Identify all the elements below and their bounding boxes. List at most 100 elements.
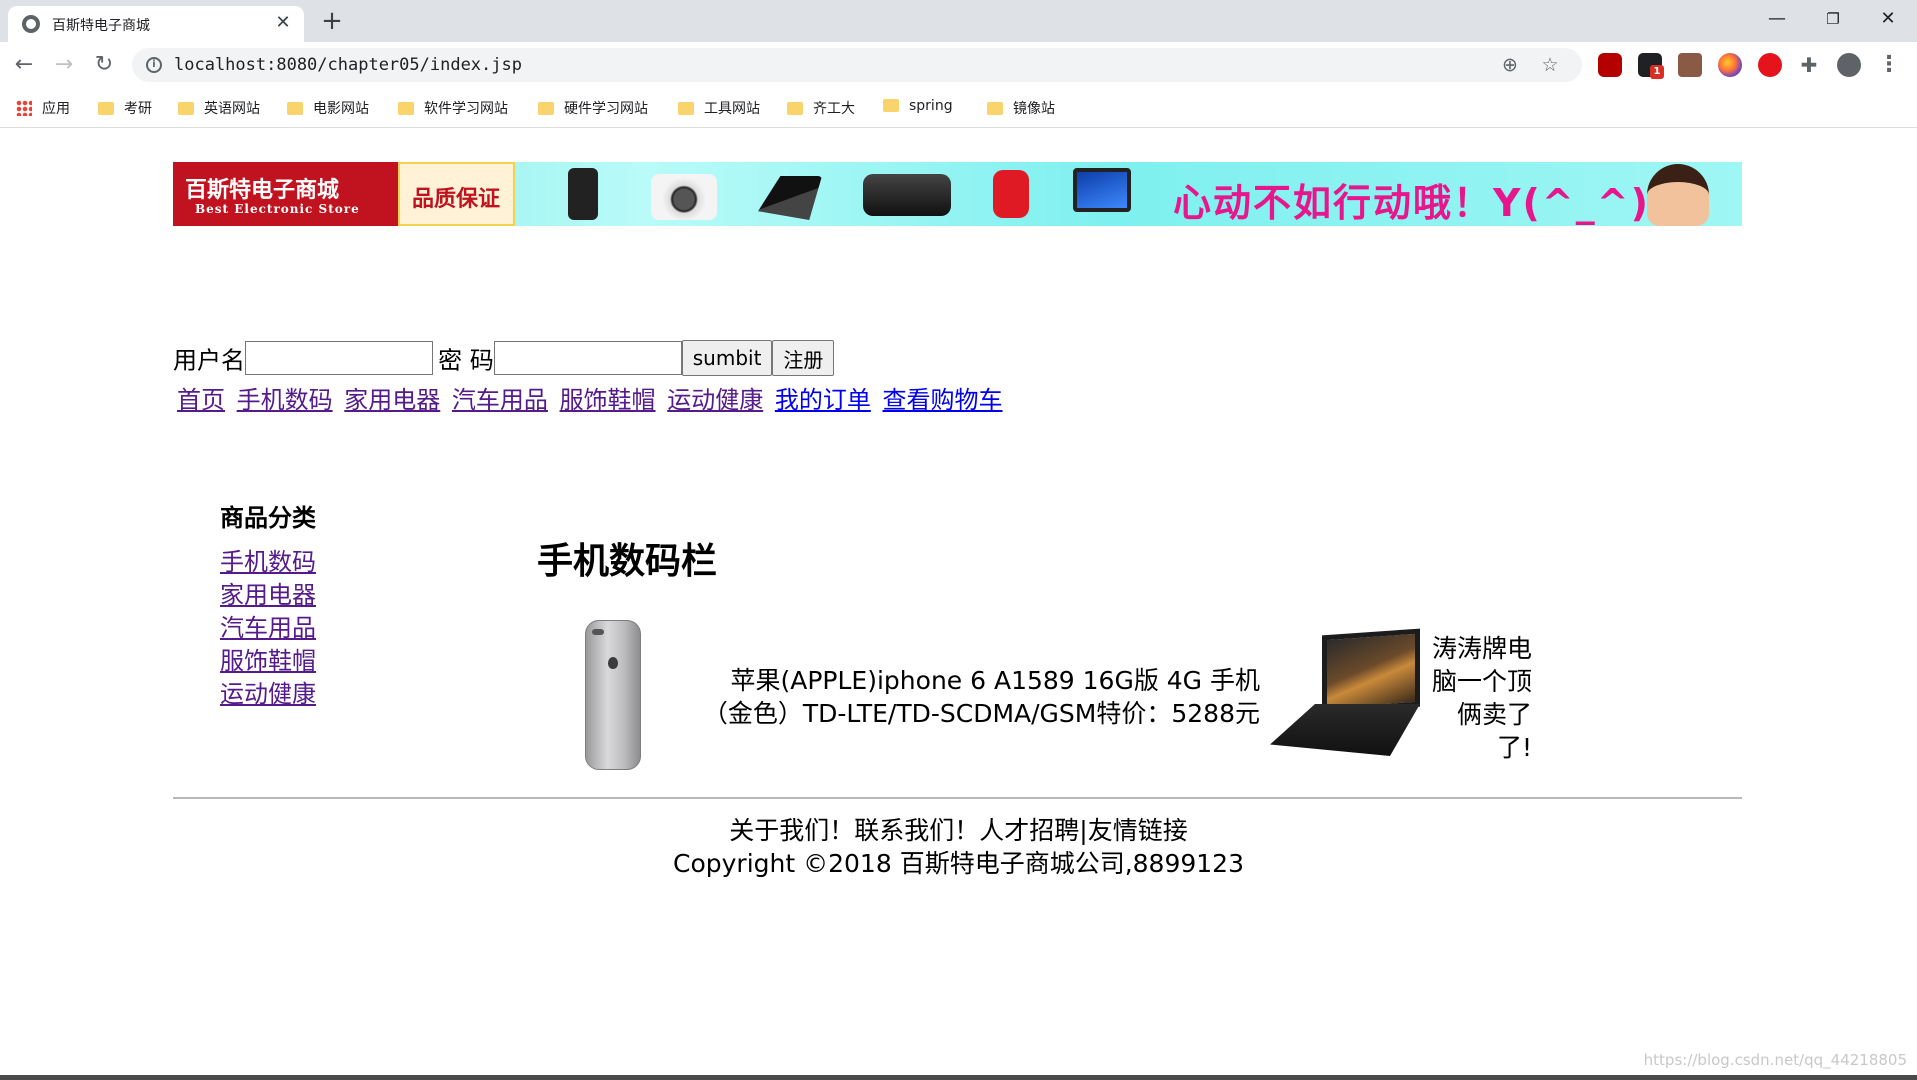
nav-link-digital[interactable]: 手机数码 bbox=[237, 386, 333, 414]
footer-links: 关于我们！联系我们！人才招聘|友情链接 bbox=[729, 816, 1188, 845]
firefox-icon[interactable] bbox=[1718, 53, 1742, 77]
extension-badge-count: 1 bbox=[1650, 65, 1664, 79]
url-text[interactable]: localhost:8080/chapter05/index.jsp bbox=[174, 55, 522, 75]
banner-slogan: 心动不如行动哦！Y(^_^)Y bbox=[1173, 181, 1680, 225]
extension-badge-icon[interactable]: 1 bbox=[1638, 53, 1664, 79]
login-form: 用户名 密 码 sumbit 注册 bbox=[173, 340, 835, 376]
browser-tabstrip: 百斯特电子商城 ✕ + — ❐ ✕ bbox=[0, 0, 1917, 42]
quality-badge: 品质保证 bbox=[398, 162, 515, 226]
new-tab-button[interactable]: + bbox=[318, 8, 346, 36]
extension-icon[interactable] bbox=[1678, 53, 1702, 77]
laptop-screen bbox=[1322, 628, 1420, 714]
category-list: 手机数码 家用电器 汽车用品 服饰鞋帽 运动健康 bbox=[220, 546, 316, 711]
category-heading: 商品分类 bbox=[220, 504, 316, 532]
bookmark-star-icon[interactable]: ☆ bbox=[1538, 53, 1562, 77]
store-banner: 百斯特电子商城 Best Electronic Store 品质保证 心动不如行… bbox=[173, 162, 1742, 226]
back-button[interactable]: ← bbox=[10, 51, 38, 79]
product-description: 苹果(APPLE)iphone 6 A1589 16G版 4G 手机（金色）TD… bbox=[702, 666, 1260, 728]
bookmark-item[interactable]: 镜像站 bbox=[987, 98, 1055, 118]
folder-icon bbox=[678, 102, 694, 115]
restore-button[interactable]: ❐ bbox=[1808, 4, 1858, 34]
product-description: 涛涛牌电脑一个顶俩卖了了! bbox=[1432, 634, 1533, 762]
music-player-product-icon bbox=[993, 170, 1029, 218]
bookmark-item[interactable]: 软件学习网站 bbox=[398, 98, 508, 118]
profile-icon[interactable] bbox=[1837, 53, 1861, 77]
apple-logo-icon bbox=[608, 657, 618, 669]
footer-divider bbox=[173, 797, 1742, 799]
submit-button[interactable]: sumbit bbox=[681, 340, 773, 376]
folder-icon bbox=[178, 102, 194, 115]
bookmark-item[interactable]: 工具网站 bbox=[678, 98, 760, 118]
monitor-product-icon bbox=[1073, 168, 1131, 212]
folder-icon bbox=[98, 102, 114, 115]
top-navigation: 首页 手机数码 家用电器 汽车用品 服饰鞋帽 运动健康 我的订单 查看购物车 bbox=[177, 380, 1006, 415]
quality-badge-text: 品质保证 bbox=[412, 187, 501, 212]
store-logo-title: 百斯特电子商城 bbox=[185, 178, 340, 203]
bookmarks-bar: 应用 考研 英语网站 电影网站 软件学习网站 硬件学习网站 工具网站 齐工大 s… bbox=[0, 88, 1917, 128]
camera-lens-icon bbox=[592, 629, 604, 635]
laptop-product-icon bbox=[758, 176, 822, 220]
category-link-auto[interactable]: 汽车用品 bbox=[220, 612, 316, 645]
section-title: 手机数码栏 bbox=[537, 541, 718, 582]
watermark: https://blog.csdn.net/qq_44218805 bbox=[1643, 1051, 1907, 1069]
window-close-button[interactable]: ✕ bbox=[1863, 4, 1913, 34]
category-link-digital[interactable]: 手机数码 bbox=[220, 546, 316, 579]
username-label: 用户名 bbox=[173, 346, 245, 375]
nav-link-view-cart[interactable]: 查看购物车 bbox=[882, 386, 1002, 414]
address-bar[interactable]: i localhost:8080/chapter05/index.jsp ⊕ ☆ bbox=[132, 48, 1582, 82]
folder-icon bbox=[538, 102, 554, 115]
folder-icon bbox=[398, 102, 414, 115]
laptop-keyboard bbox=[1270, 704, 1420, 756]
more-icon[interactable]: ⋮ bbox=[1877, 53, 1901, 77]
bookmark-item[interactable]: 英语网站 bbox=[178, 98, 260, 118]
browser-toolbar: ← → ↻ i localhost:8080/chapter05/index.j… bbox=[0, 42, 1917, 88]
model-photo bbox=[1647, 164, 1709, 226]
bottom-edge bbox=[0, 1075, 1917, 1080]
footer-copyright: Copyright ©2018 百斯特电子商城公司,8899123 bbox=[673, 849, 1244, 878]
folder-icon bbox=[287, 102, 303, 115]
page-footer: 关于我们！联系我们！人才招聘|友情链接 Copyright ©2018 百斯特电… bbox=[0, 814, 1917, 880]
camcorder-product-icon bbox=[863, 174, 951, 216]
camera-product-icon bbox=[651, 174, 717, 220]
category-link-apparel[interactable]: 服饰鞋帽 bbox=[220, 645, 316, 678]
phone-product-icon bbox=[568, 168, 598, 220]
bookmark-apps[interactable]: 应用 bbox=[16, 98, 70, 118]
opera-icon[interactable] bbox=[1758, 53, 1782, 77]
nav-link-apparel[interactable]: 服饰鞋帽 bbox=[560, 386, 656, 414]
tab-title: 百斯特电子商城 bbox=[52, 18, 150, 34]
iphone-product-image[interactable] bbox=[585, 620, 641, 770]
bookmark-item[interactable]: 考研 bbox=[98, 98, 152, 118]
nav-link-my-orders[interactable]: 我的订单 bbox=[775, 386, 871, 414]
folder-icon bbox=[883, 99, 899, 112]
site-info-icon[interactable]: i bbox=[146, 57, 162, 73]
minimize-button[interactable]: — bbox=[1752, 4, 1802, 34]
globe-icon bbox=[22, 15, 40, 33]
folder-icon bbox=[787, 102, 803, 115]
nav-link-auto[interactable]: 汽车用品 bbox=[452, 386, 548, 414]
store-logo: 百斯特电子商城 Best Electronic Store bbox=[173, 162, 398, 226]
password-input[interactable] bbox=[493, 341, 682, 375]
store-logo-subtitle: Best Electronic Store bbox=[195, 202, 360, 216]
bookmark-item[interactable]: 电影网站 bbox=[287, 98, 369, 118]
folder-icon bbox=[987, 102, 1003, 115]
apps-grid-icon bbox=[16, 100, 32, 116]
password-label: 密 码 bbox=[438, 346, 494, 375]
bookmark-item[interactable]: 硬件学习网站 bbox=[538, 98, 648, 118]
bookmark-item[interactable]: 齐工大 bbox=[787, 98, 855, 118]
ublock-origin-icon[interactable] bbox=[1598, 53, 1622, 77]
nav-link-sports[interactable]: 运动健康 bbox=[667, 386, 763, 414]
username-input[interactable] bbox=[245, 341, 433, 375]
laptop-product-image[interactable] bbox=[1270, 628, 1430, 762]
bookmark-item[interactable]: spring bbox=[883, 98, 953, 118]
category-link-appliances[interactable]: 家用电器 bbox=[220, 579, 316, 612]
register-button[interactable]: 注册 bbox=[772, 340, 835, 376]
browser-tab[interactable]: 百斯特电子商城 ✕ bbox=[8, 6, 304, 42]
forward-button[interactable]: → bbox=[50, 51, 78, 79]
tab-close-icon[interactable]: ✕ bbox=[272, 12, 294, 34]
reload-button[interactable]: ↻ bbox=[90, 51, 118, 79]
category-link-sports[interactable]: 运动健康 bbox=[220, 678, 316, 711]
puzzle-icon[interactable]: ✚ bbox=[1797, 53, 1821, 77]
nav-link-appliances[interactable]: 家用电器 bbox=[344, 386, 440, 414]
nav-link-home[interactable]: 首页 bbox=[177, 386, 225, 414]
zoom-icon[interactable]: ⊕ bbox=[1498, 53, 1522, 77]
